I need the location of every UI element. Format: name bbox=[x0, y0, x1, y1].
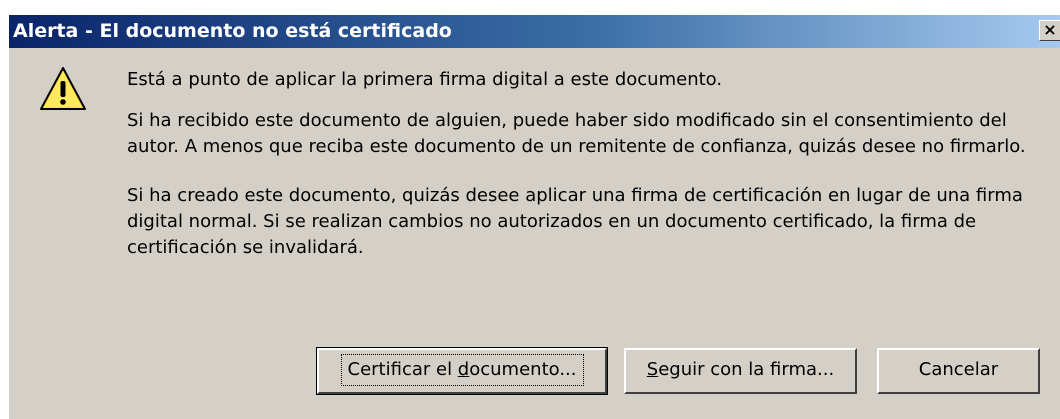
alert-dialog: Alerta - El documento no está certificad… bbox=[8, 14, 1060, 419]
title-bar[interactable]: Alerta - El documento no está certificad… bbox=[9, 15, 1060, 48]
continue-signing-button[interactable]: Seguir con la firma... bbox=[624, 348, 857, 394]
close-button[interactable]: × bbox=[1039, 20, 1060, 41]
certify-document-label: Certificar el documento... bbox=[340, 354, 584, 386]
dialog-title: Alerta - El documento no está certificad… bbox=[13, 20, 452, 42]
cancel-button[interactable]: Cancelar bbox=[877, 348, 1040, 394]
message-paragraph-3: Si ha creado este documento, quizás dese… bbox=[127, 185, 1023, 258]
continue-signing-label: Seguir con la firma... bbox=[641, 355, 840, 385]
message-paragraph-2: Si ha recibido este documento de alguien… bbox=[127, 110, 1026, 157]
message-body: Está a punto de aplicar la primera firma… bbox=[127, 67, 1047, 261]
continue-label-part: eguir con la firma... bbox=[658, 359, 835, 380]
certify-label-part-2: ocumento... bbox=[469, 359, 577, 380]
message-paragraph-1: Está a punto de aplicar la primera firma… bbox=[127, 69, 723, 90]
button-row: Certificar el documento... Seguir con la… bbox=[9, 347, 1060, 395]
certify-document-button[interactable]: Certificar el documento... bbox=[316, 347, 608, 395]
warning-triangle-icon bbox=[40, 67, 86, 110]
certify-label-part-1: Certificar el bbox=[347, 359, 458, 380]
close-icon: × bbox=[1043, 20, 1057, 39]
certify-label-mnemonic: d bbox=[457, 359, 470, 380]
cancel-label: Cancelar bbox=[918, 359, 999, 380]
continue-label-mnemonic: S bbox=[646, 359, 659, 380]
